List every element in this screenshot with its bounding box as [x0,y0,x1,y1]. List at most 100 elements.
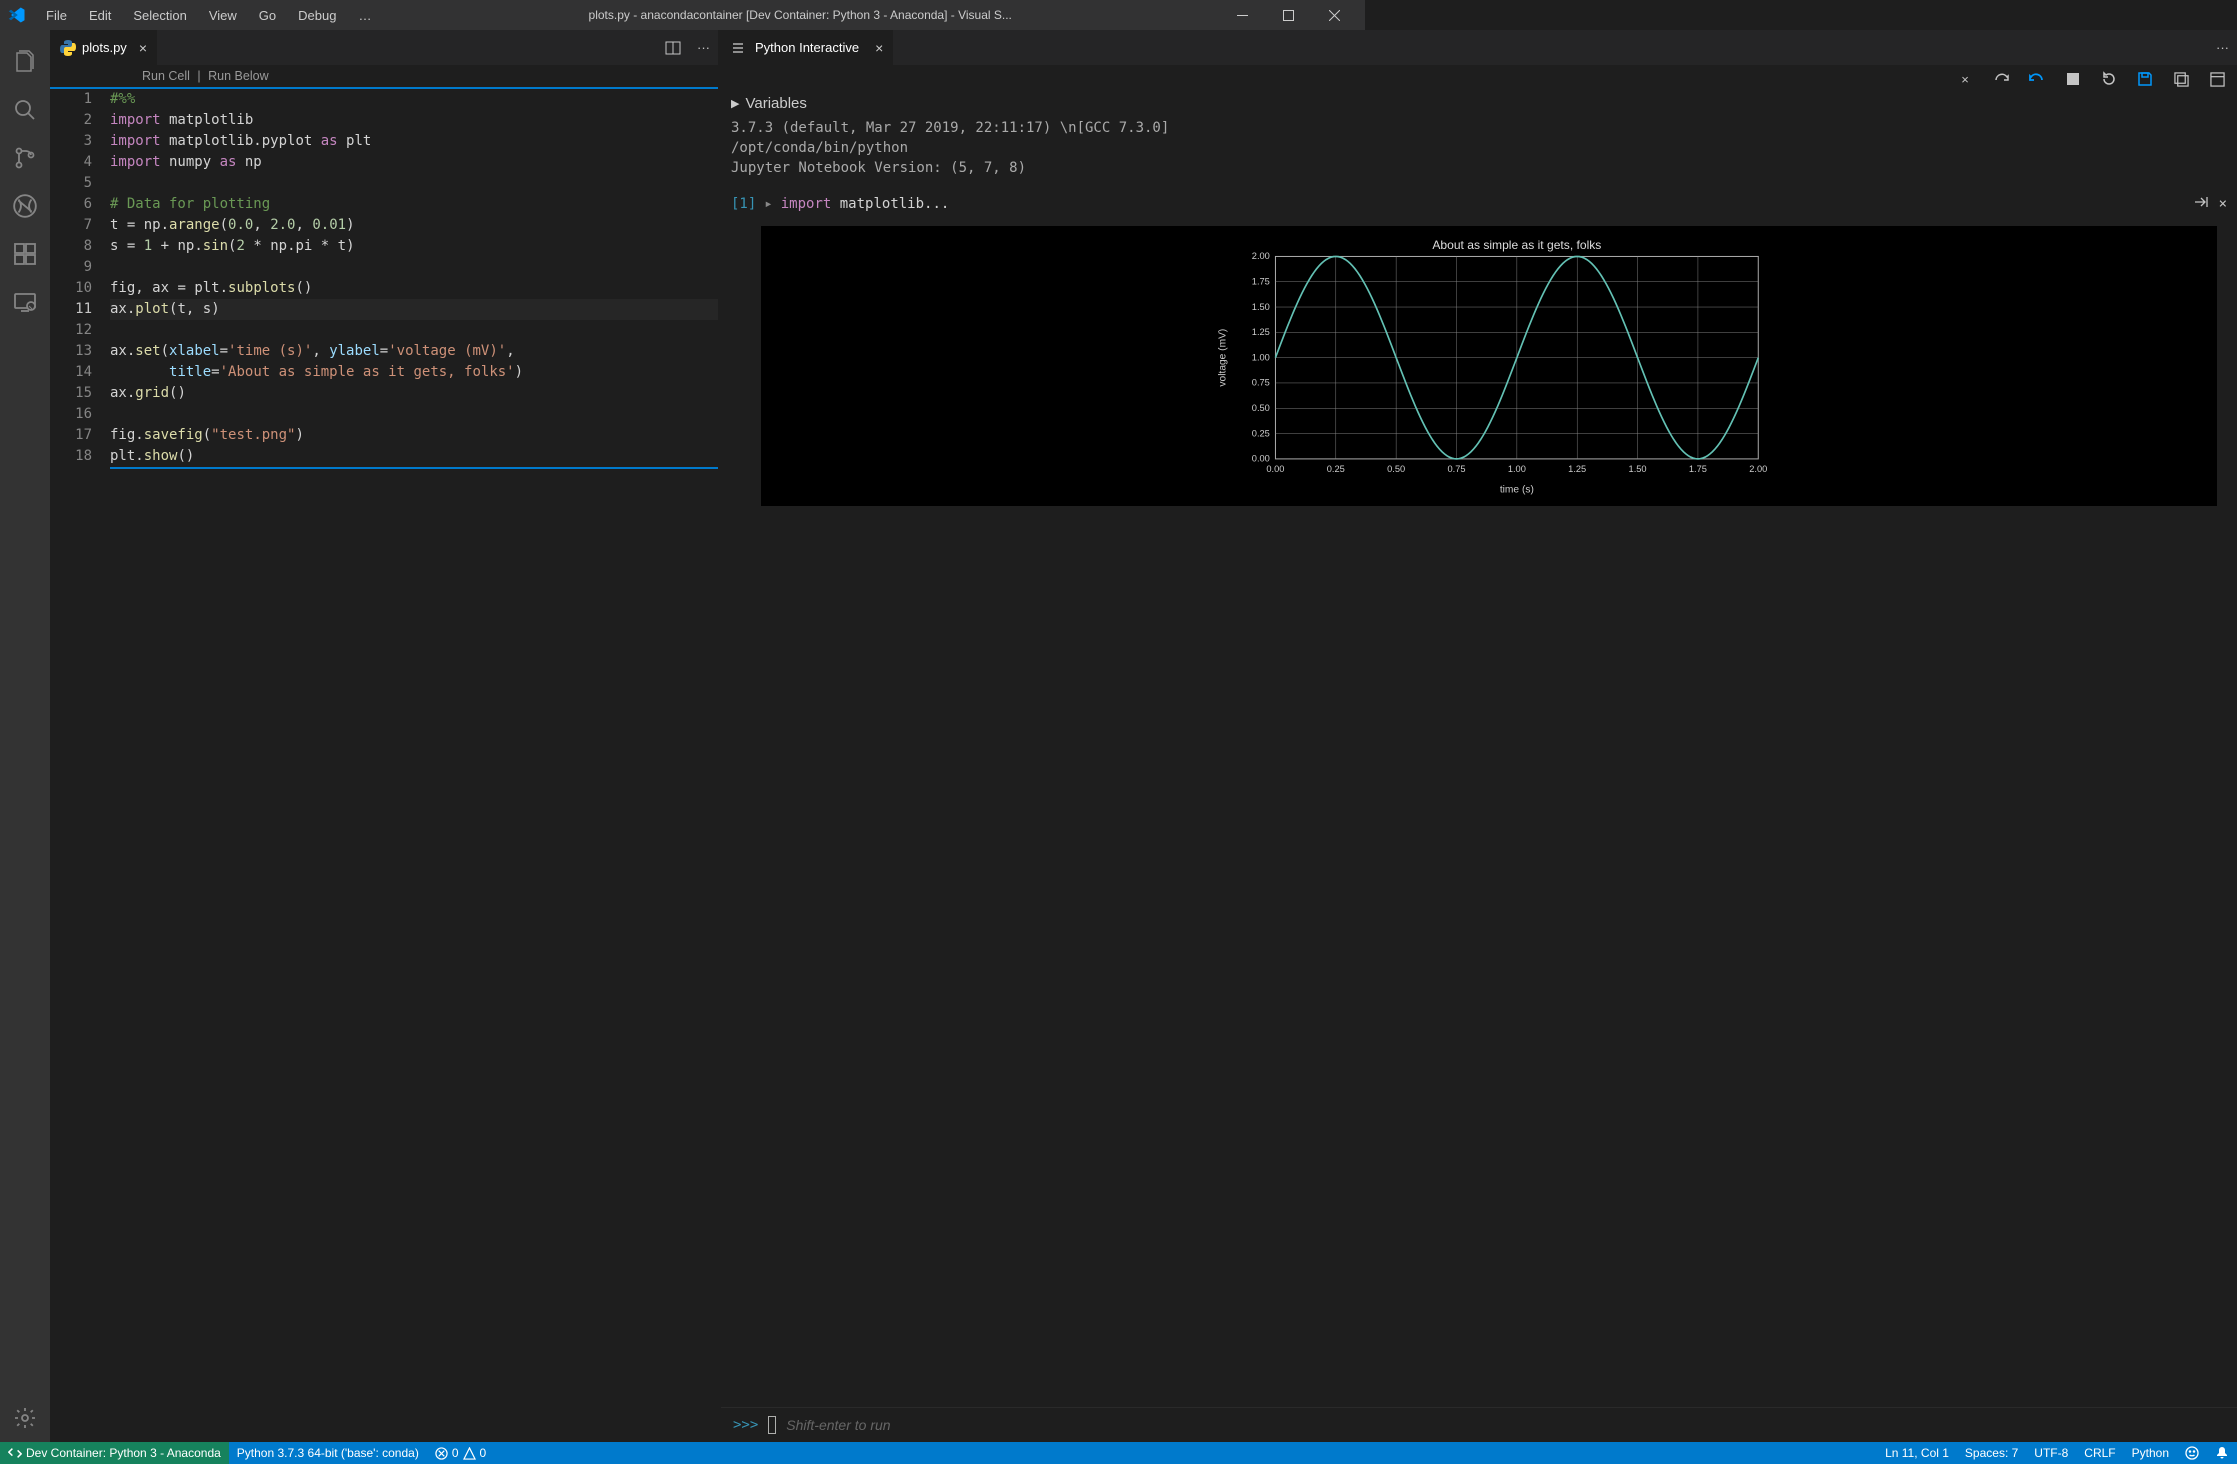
export-icon[interactable] [2171,69,2191,89]
svg-text:0.00: 0.00 [1266,464,1284,474]
svg-text:1.25: 1.25 [1252,327,1270,337]
svg-text:voltage (mV): voltage (mV) [1217,329,1228,387]
variables-label: Variables [745,95,806,112]
svg-text:About as simple as it gets, fo: About as simple as it gets, folks [1432,238,1601,252]
tab-close-icon[interactable]: × [875,40,883,56]
code-editor[interactable]: 123456789101112131415161718 #%%import ma… [50,89,718,1442]
svg-text:1.50: 1.50 [1629,464,1647,474]
menu-bar: FileEditSelectionViewGoDebug… [36,4,381,27]
svg-text:1.75: 1.75 [1689,464,1707,474]
codelens-row: Run Cell | Run Below [50,65,718,89]
menu-…[interactable]: … [348,4,381,27]
stop-icon[interactable] [2063,69,2083,89]
svg-text:0.00: 0.00 [1252,454,1270,464]
eol-indicator[interactable]: CRLF [2076,1442,2123,1464]
svg-text:0.75: 0.75 [1252,378,1270,388]
editor-tab-bar: plots.py × ··· [50,30,718,65]
menu-edit[interactable]: Edit [79,4,121,27]
more-actions-icon[interactable]: ··· [2216,40,2229,55]
split-editor-icon[interactable] [665,40,681,56]
vscode-logo-icon [8,6,26,24]
save-icon[interactable] [2135,69,2155,89]
menu-view[interactable]: View [199,4,247,27]
minimize-button[interactable] [1219,0,1265,30]
interactive-pane: Python Interactive × ··· × ▶ Variables 3… [721,30,2237,1442]
interactive-tab-label: Python Interactive [755,40,859,55]
kernel-info: 3.7.3 (default, Mar 27 2019, 22:11:17) \… [721,114,2237,190]
editor-actions: ··· [665,30,718,65]
feedback-icon[interactable] [2177,1442,2207,1464]
restart-icon[interactable] [2099,69,2119,89]
menu-selection[interactable]: Selection [123,4,196,27]
cursor-position[interactable]: Ln 11, Col 1 [1877,1442,1957,1464]
clear-cell-icon[interactable]: × [1955,69,1975,89]
redo-icon[interactable] [1991,69,2011,89]
line-number-gutter: 123456789101112131415161718 [50,89,110,1442]
remote-explorer-icon[interactable] [0,278,50,326]
python-env-indicator[interactable]: Python 3.7.3 64-bit ('base': conda) [229,1442,427,1464]
language-mode[interactable]: Python [2124,1442,2177,1464]
tab-label: plots.py [82,40,127,55]
tab-python-interactive[interactable]: Python Interactive × [721,30,893,65]
search-icon[interactable] [0,86,50,134]
window-title: plots.py - anacondacontainer [Dev Contai… [381,8,1219,22]
settings-gear-icon[interactable] [0,1394,50,1442]
svg-text:0.25: 0.25 [1327,464,1345,474]
svg-text:0.75: 0.75 [1447,464,1465,474]
svg-text:1.75: 1.75 [1252,277,1270,287]
svg-text:1.00: 1.00 [1508,464,1526,474]
menu-file[interactable]: File [36,4,77,27]
svg-text:2.00: 2.00 [1252,251,1270,261]
repl-input-row[interactable]: >>> Shift-enter to run [721,1407,2237,1442]
goto-cell-icon[interactable] [2193,196,2209,212]
tab-close-icon[interactable]: × [139,40,147,56]
status-bar: Dev Container: Python 3 - Anaconda Pytho… [0,1442,2237,1464]
remote-indicator[interactable]: Dev Container: Python 3 - Anaconda [0,1442,229,1464]
svg-text:1.25: 1.25 [1568,464,1586,474]
python-file-icon [60,40,76,56]
svg-text:time (s): time (s) [1500,484,1534,495]
svg-text:0.50: 0.50 [1387,464,1405,474]
svg-text:1.50: 1.50 [1252,302,1270,312]
maximize-button[interactable] [1265,0,1311,30]
plot-output: About as simple as it gets, folks 0.00 0.2… [761,226,2217,506]
list-icon [731,41,745,55]
expand-icon[interactable] [2207,69,2227,89]
more-actions-icon[interactable]: ··· [697,40,710,55]
svg-text:1.00: 1.00 [1252,352,1270,362]
explorer-icon[interactable] [0,38,50,86]
delete-cell-icon[interactable]: × [2219,196,2227,212]
activity-bar [0,30,50,1442]
codelens-run-below[interactable]: Run Below [208,69,268,83]
cell-code-summary: import matplotlib... [781,196,950,212]
tab-plots-py[interactable]: plots.py × [50,30,158,65]
problems-indicator[interactable]: 0 0 [427,1442,494,1464]
close-button[interactable] [1311,0,1357,30]
codelens-run-cell[interactable]: Run Cell [142,69,190,83]
svg-text:0.50: 0.50 [1252,403,1270,413]
menu-go[interactable]: Go [249,4,286,27]
notifications-icon[interactable] [2207,1442,2237,1464]
repl-prompt: >>> [733,1417,758,1433]
editor-pane: plots.py × ··· Run Cell | Run Below 1234… [50,30,718,1442]
menu-debug[interactable]: Debug [288,4,346,27]
code-content[interactable]: #%%import matplotlibimport matplotlib.py… [110,89,718,1442]
indentation-indicator[interactable]: Spaces: 7 [1957,1442,2026,1464]
codelens-separator: | [197,69,200,83]
interactive-tab-bar: Python Interactive × ··· [721,30,2237,65]
svg-text:2.00: 2.00 [1749,464,1767,474]
encoding-indicator[interactable]: UTF-8 [2026,1442,2076,1464]
window-controls [1219,0,1357,30]
debug-icon[interactable] [0,182,50,230]
svg-text:0.25: 0.25 [1252,428,1270,438]
chevron-right-icon: ▶ [731,97,739,110]
variables-section-header[interactable]: ▶ Variables [721,93,2237,114]
chevron-right-icon[interactable]: ▸ [764,196,772,212]
undo-icon[interactable] [2027,69,2047,89]
cell-row: [1] ▸ import matplotlib... × [721,190,2237,218]
source-control-icon[interactable] [0,134,50,182]
repl-placeholder: Shift-enter to run [786,1417,890,1433]
extensions-icon[interactable] [0,230,50,278]
cell-index-label: [1] [731,196,756,212]
repl-cursor [768,1416,776,1434]
